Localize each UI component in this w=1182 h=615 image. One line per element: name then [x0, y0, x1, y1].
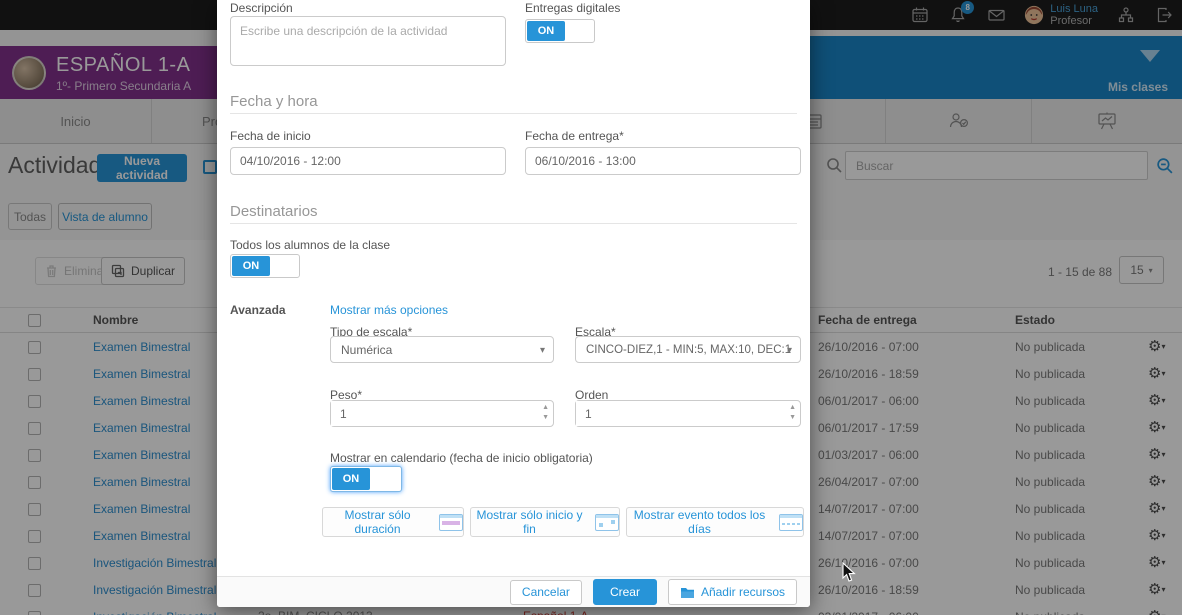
more-options-link[interactable]: Mostrar más opciones: [330, 303, 448, 317]
cancel-button[interactable]: Cancelar: [510, 580, 582, 605]
calendar-duration-icon: [439, 514, 463, 531]
scale-select[interactable]: CINCO-DIEZ,1 - MIN:5, MAX:10, DEC:1▾: [575, 336, 801, 363]
spinner-arrows: ▲▼: [542, 403, 549, 423]
divider: [230, 223, 797, 224]
caret-down-icon: ▾: [787, 345, 792, 356]
calendar-start-end-icon: [595, 514, 619, 531]
digital-delivery-label: Entregas digitales: [525, 1, 620, 15]
show-start-end-button[interactable]: Mostrar sólo inicio y fin: [470, 507, 620, 537]
order-stepper[interactable]: ▲▼: [575, 400, 801, 427]
app-window: 8 Luis Luna Profesor ES: [0, 0, 1182, 615]
show-duration-button[interactable]: Mostrar sólo duración: [322, 507, 464, 537]
show-every-day-button[interactable]: Mostrar evento todos los días: [626, 507, 804, 537]
new-activity-modal: Descripción Entregas digitales ON Fecha …: [217, 0, 810, 607]
start-date-input[interactable]: [230, 147, 506, 175]
scale-type-select[interactable]: Numérica▾: [330, 336, 554, 363]
show-calendar-label: Mostrar en calendario (fecha de inicio o…: [330, 451, 593, 465]
advanced-label: Avanzada: [230, 303, 286, 317]
section-fecha-y-hora: Fecha y hora: [230, 93, 318, 110]
section-destinatarios: Destinatarios: [230, 203, 318, 220]
due-date-label: Fecha de entrega*: [525, 129, 624, 143]
start-date-label: Fecha de inicio: [230, 129, 311, 143]
digital-delivery-toggle[interactable]: ON: [525, 19, 595, 43]
caret-down-icon: ▾: [540, 345, 545, 356]
due-date-input[interactable]: [525, 147, 801, 175]
add-resources-button[interactable]: Añadir recursos: [668, 579, 797, 605]
spinner-arrows: ▲▼: [789, 403, 796, 423]
weight-stepper[interactable]: ▲▼: [330, 400, 554, 427]
create-button[interactable]: Crear: [593, 579, 657, 605]
folder-icon: [680, 586, 695, 599]
description-label: Descripción: [230, 1, 293, 15]
divider: [230, 113, 797, 114]
modal-footer: Cancelar Crear Añadir recursos: [217, 576, 810, 607]
all-students-toggle[interactable]: ON: [230, 254, 300, 278]
calendar-every-day-icon: [779, 514, 803, 531]
all-students-label: Todos los alumnos de la clase: [230, 238, 390, 252]
mouse-cursor: [842, 562, 858, 588]
description-textarea[interactable]: [230, 16, 506, 66]
show-calendar-toggle[interactable]: ON: [330, 466, 402, 492]
